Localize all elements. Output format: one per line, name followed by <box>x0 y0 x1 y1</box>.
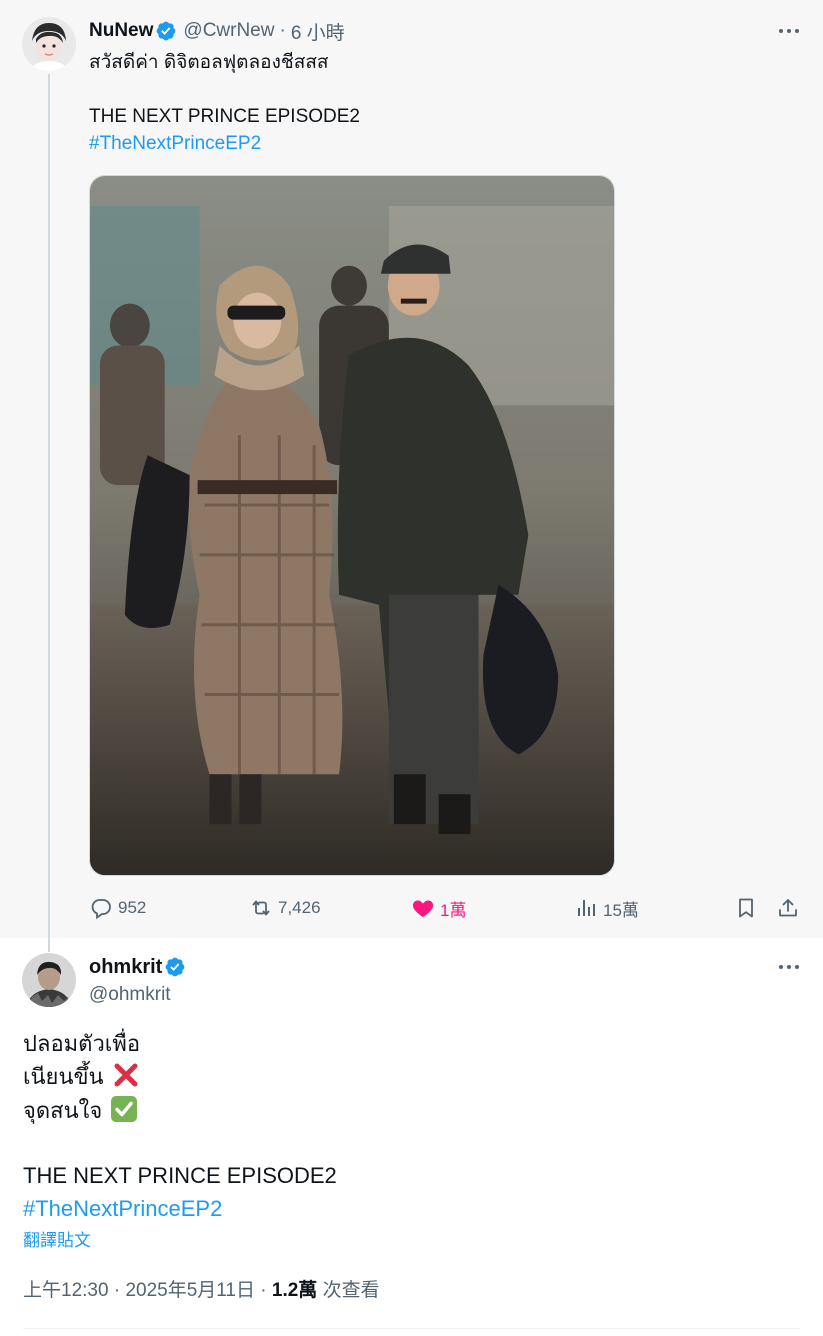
reply-count: 952 <box>118 898 147 917</box>
thread-line <box>48 74 50 952</box>
nunew-timestamp[interactable]: 6 小時 <box>291 18 345 45</box>
reply-button[interactable]: 952 <box>89 893 146 923</box>
reply-icon <box>91 899 111 920</box>
share-button[interactable] <box>775 893 801 923</box>
parent-hashtag-link[interactable]: #TheNextPrinceEP2 <box>89 131 261 157</box>
tweet-body-line1: ปลอมตัวเพื่อ <box>23 1031 141 1056</box>
meta-separator: · <box>260 1280 267 1301</box>
views-count: 15萬 <box>603 900 639 920</box>
meta-separator: · <box>113 1280 121 1301</box>
parent-tweet-text-line2: THE NEXT PRINCE EPISODE2 <box>89 106 360 127</box>
ohmkrit-handle[interactable]: @ohmkrit <box>89 983 171 1007</box>
divider <box>23 1328 800 1329</box>
parent-tweet[interactable]: NuNew @CwrNew · 6 小時 สวัสดีค่า ดิจิตอลฟุ… <box>0 0 823 952</box>
tweet-date[interactable]: 2025年5月11日 <box>125 1280 255 1301</box>
main-hashtag-link[interactable]: #TheNextPrinceEP2 <box>23 1192 222 1225</box>
retweet-count: 7,426 <box>278 898 321 917</box>
verified-badge-icon <box>157 21 176 41</box>
bookmark-button[interactable] <box>733 893 759 923</box>
tweet-meta: 上午12:30 · 2025年5月11日 · 1.2萬 次查看 <box>23 1278 380 1304</box>
cross-mark-icon <box>114 1063 138 1087</box>
views-button[interactable]: 15萬 <box>574 893 639 923</box>
verified-badge-icon <box>165 957 185 977</box>
bookmark-icon <box>739 898 753 918</box>
tweet-body-line3-text: จุดสนใจ <box>23 1098 103 1123</box>
main-more-button[interactable] <box>777 957 801 977</box>
tweet-body-line4: THE NEXT PRINCE EPISODE2 <box>23 1163 337 1188</box>
share-icon <box>779 899 797 917</box>
ohmkrit-avatar[interactable] <box>22 953 76 1007</box>
parent-more-button[interactable] <box>777 21 801 41</box>
translate-post-link[interactable]: 翻譯貼文 <box>23 1229 91 1253</box>
separator-dot: · <box>279 20 286 41</box>
more-icon <box>779 965 799 969</box>
like-button[interactable]: 1萬 <box>411 893 466 923</box>
tweet-body-line2: เนียนขึ้น <box>23 1060 140 1093</box>
like-count: 1萬 <box>440 900 467 920</box>
heart-icon <box>412 900 434 917</box>
tweet-photo[interactable] <box>89 175 615 876</box>
retweet-icon <box>252 900 270 916</box>
more-icon <box>779 29 799 33</box>
views-label: 次查看 <box>322 1280 380 1301</box>
nunew-display-name[interactable]: NuNew <box>89 20 153 42</box>
check-mark-icon <box>111 1096 138 1122</box>
nunew-handle[interactable]: @CwrNew <box>183 20 274 42</box>
tweet-body-line2-text: เนียนขึ้น <box>23 1064 104 1089</box>
views-icon <box>578 900 595 916</box>
retweet-button[interactable]: 7,426 <box>249 893 321 923</box>
nunew-avatar[interactable] <box>22 17 76 71</box>
views-count-main: 1.2萬 <box>271 1280 318 1301</box>
ohmkrit-display-name[interactable]: ohmkrit <box>89 956 162 979</box>
parent-tweet-text-line1: สวัสดีค่า ดิจิตอลฟุตลองชีสสส <box>89 52 329 73</box>
tweet-time[interactable]: 上午12:30 <box>23 1280 109 1301</box>
tweet-body-line3: จุดสนใจ <box>23 1094 138 1127</box>
